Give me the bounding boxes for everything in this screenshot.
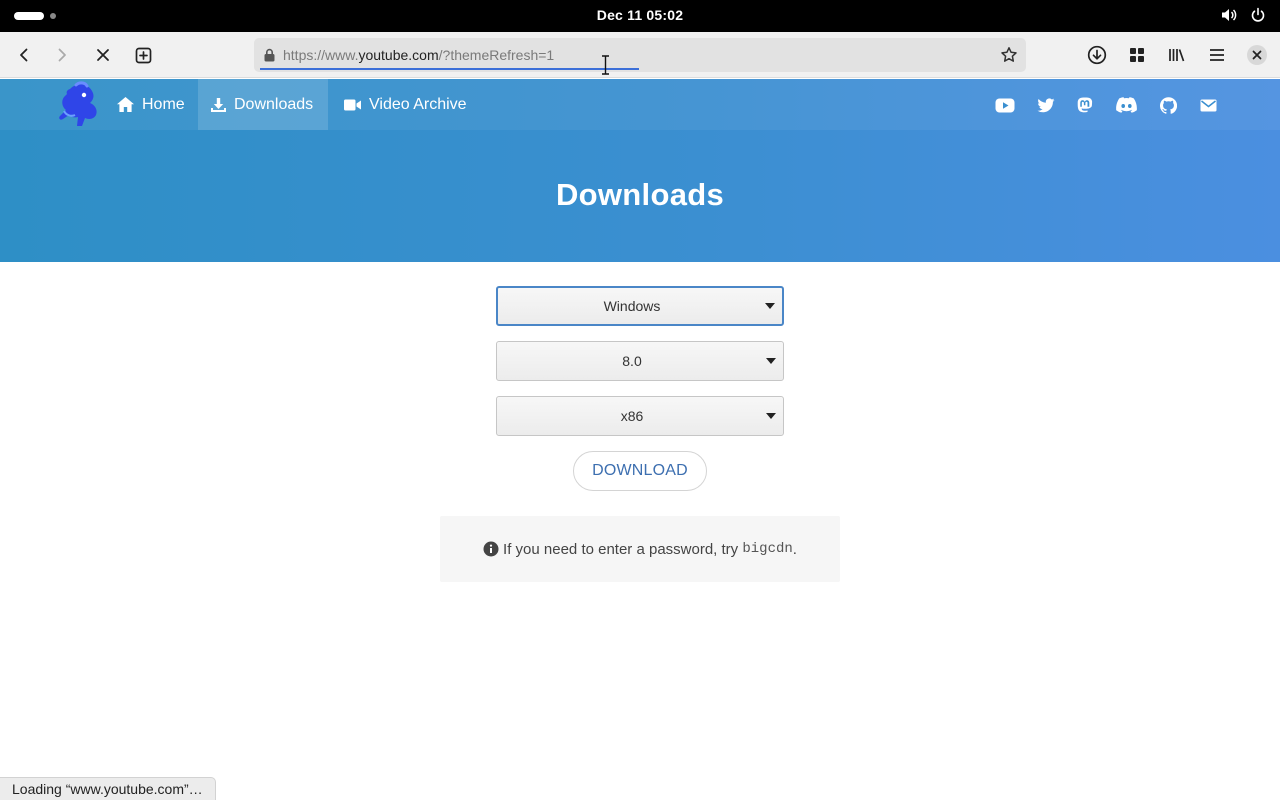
page-header: Home Downloads Video Archive Downloads	[0, 79, 1280, 262]
platform-select-value: Windows	[603, 298, 661, 314]
extensions-button[interactable]	[1121, 39, 1153, 71]
password-notice: If you need to enter a password, try big…	[440, 516, 840, 582]
system-top-bar: Dec 11 05:02	[0, 0, 1280, 32]
new-tab-button[interactable]	[127, 39, 159, 71]
lock-icon	[264, 48, 275, 62]
site-navbar: Home Downloads Video Archive	[0, 79, 1280, 130]
site-logo[interactable]	[50, 81, 102, 129]
grid-icon	[1130, 48, 1144, 62]
library-button[interactable]	[1161, 39, 1193, 71]
close-window-icon	[1247, 45, 1267, 65]
youtube-icon[interactable]	[994, 94, 1016, 116]
nav-home-label: Home	[142, 95, 185, 113]
download-icon	[1087, 45, 1107, 65]
nav-video-archive[interactable]: Video Archive	[331, 79, 479, 130]
notice-text: If you need to enter a password, try	[503, 540, 739, 558]
downloads-button[interactable]	[1081, 39, 1113, 71]
nav-video-archive-label: Video Archive	[369, 95, 467, 113]
back-arrow-icon	[20, 48, 28, 62]
discord-icon[interactable]	[1115, 94, 1137, 116]
page-title: Downloads	[555, 177, 725, 212]
browser-toolbar: https://www.youtube.com/?themeRefresh=1	[0, 32, 1280, 78]
video-camera-icon	[344, 99, 361, 110]
info-icon	[483, 541, 499, 557]
url-focus-underline	[260, 68, 639, 70]
text-cursor-icon	[602, 55, 609, 75]
menu-button[interactable]	[1201, 39, 1233, 71]
download-button[interactable]: DOWNLOAD	[573, 451, 707, 491]
nav-home[interactable]: Home	[104, 79, 197, 130]
chevron-down-icon	[765, 303, 775, 309]
platform-select[interactable]: Windows	[496, 286, 784, 326]
bookmark-star-icon[interactable]	[1000, 46, 1018, 64]
github-icon[interactable]	[1157, 94, 1179, 116]
address-bar[interactable]: https://www.youtube.com/?themeRefresh=1	[254, 38, 1026, 72]
nav-downloads[interactable]: Downloads	[198, 79, 328, 130]
url-host: youtube.com	[358, 47, 439, 63]
version-select-value: 8.0	[622, 353, 642, 369]
status-bar: Loading “www.youtube.com”…	[0, 777, 216, 800]
stop-loading-button[interactable]	[87, 39, 119, 71]
library-icon	[1169, 49, 1185, 62]
notice-end: .	[792, 540, 797, 558]
close-window-button[interactable]	[1241, 39, 1273, 71]
mastodon-icon[interactable]	[1074, 94, 1096, 116]
power-icon[interactable]	[1250, 7, 1266, 23]
email-icon[interactable]	[1197, 94, 1219, 116]
activities-indicator[interactable]	[14, 12, 56, 20]
url-text[interactable]: https://www.youtube.com/?themeRefresh=1	[283, 47, 554, 63]
version-select[interactable]: 8.0	[496, 341, 784, 381]
architecture-select[interactable]: x86	[496, 396, 784, 436]
download-icon	[211, 97, 226, 112]
volume-icon[interactable]	[1220, 6, 1238, 24]
notice-password: bigcdn	[742, 541, 793, 557]
workspace-indicator	[50, 13, 56, 19]
forward-arrow-icon	[58, 48, 66, 62]
clock[interactable]: Dec 11 05:02	[597, 7, 683, 23]
url-prefix: https://www.	[283, 47, 359, 63]
home-icon	[117, 97, 134, 112]
nav-downloads-label: Downloads	[234, 95, 314, 113]
architecture-select-value: x86	[620, 408, 644, 424]
chevron-down-icon	[766, 358, 776, 364]
close-icon	[97, 49, 109, 61]
twitter-icon[interactable]	[1035, 94, 1057, 116]
new-tab-icon	[135, 47, 151, 63]
url-suffix: /?themeRefresh=1	[438, 47, 555, 63]
system-tray[interactable]	[1220, 6, 1266, 24]
workspace-active-indicator	[14, 12, 44, 20]
hamburger-icon	[1210, 49, 1224, 61]
forward-button[interactable]	[46, 39, 78, 71]
chevron-down-icon	[766, 413, 776, 419]
back-button[interactable]	[8, 39, 40, 71]
